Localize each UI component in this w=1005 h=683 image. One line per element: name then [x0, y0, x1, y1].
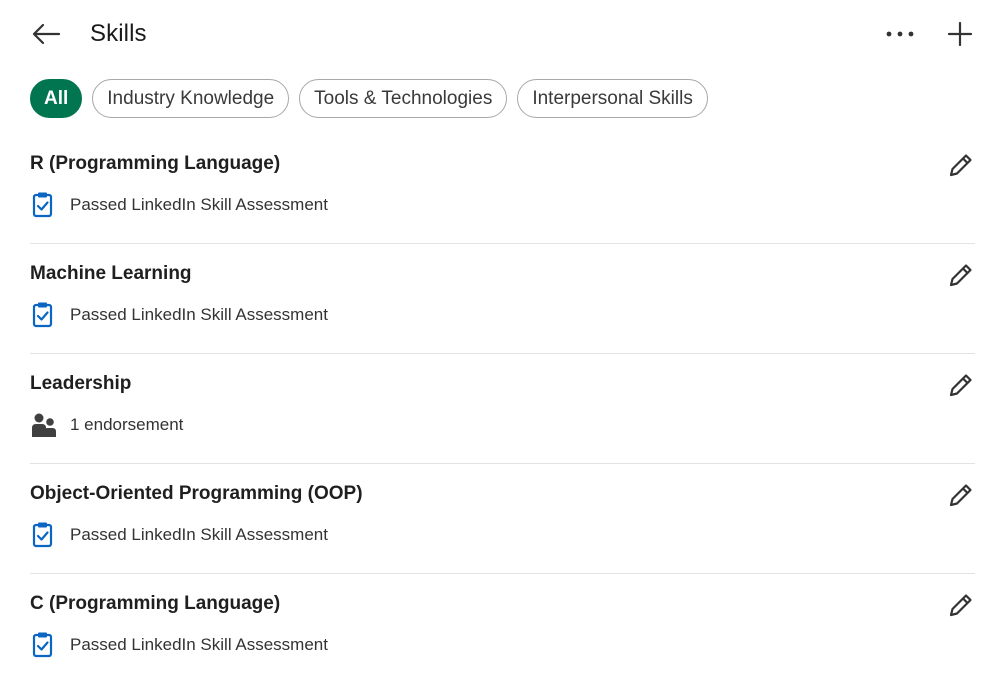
- edit-skill-button[interactable]: [944, 148, 978, 182]
- filter-tools-technologies[interactable]: Tools & Technologies: [299, 79, 508, 118]
- skill-item: C (Programming Language) Passed LinkedIn…: [30, 574, 975, 683]
- skill-detail-text: 1 endorsement: [70, 415, 184, 434]
- pencil-icon: [949, 594, 972, 617]
- skill-item: Leadership 1 endorsement: [30, 354, 975, 464]
- skill-name: Object-Oriented Programming (OOP): [30, 483, 363, 504]
- skill-item: R (Programming Language) Passed LinkedIn…: [30, 134, 975, 244]
- skill-detail: 1 endorsement: [30, 411, 183, 439]
- skill-detail-text: Passed LinkedIn Skill Assessment: [70, 525, 328, 544]
- plus-icon: [947, 21, 973, 47]
- pencil-icon: [949, 374, 972, 397]
- add-skill-button[interactable]: [940, 14, 980, 54]
- arrow-left-icon: [32, 23, 61, 45]
- pencil-icon: [949, 264, 972, 287]
- skill-detail-text: Passed LinkedIn Skill Assessment: [70, 635, 328, 654]
- clipboard-check-icon: [30, 631, 60, 659]
- edit-skill-button[interactable]: [944, 258, 978, 292]
- skills-list: R (Programming Language) Passed LinkedIn…: [30, 134, 975, 683]
- filter-interpersonal-skills[interactable]: Interpersonal Skills: [517, 79, 708, 118]
- skill-item: Object-Oriented Programming (OOP) Passed…: [30, 464, 975, 574]
- skill-detail: Passed LinkedIn Skill Assessment: [30, 301, 328, 329]
- skill-detail: Passed LinkedIn Skill Assessment: [30, 631, 328, 659]
- clipboard-check-icon: [30, 521, 60, 549]
- more-horizontal-icon: [886, 31, 914, 37]
- pencil-icon: [949, 154, 972, 177]
- skill-filter-bar: All Industry Knowledge Tools & Technolog…: [30, 79, 708, 118]
- filter-all[interactable]: All: [30, 79, 83, 118]
- more-options-button[interactable]: [880, 18, 920, 50]
- edit-skill-button[interactable]: [944, 478, 978, 512]
- skill-name: Machine Learning: [30, 263, 192, 284]
- filter-industry-knowledge[interactable]: Industry Knowledge: [92, 79, 290, 118]
- skill-item: Machine Learning Passed LinkedIn Skill A…: [30, 244, 975, 354]
- skill-detail: Passed LinkedIn Skill Assessment: [30, 191, 328, 219]
- edit-skill-button[interactable]: [944, 588, 978, 622]
- page-header: Skills: [0, 0, 1005, 72]
- clipboard-check-icon: [30, 301, 60, 329]
- skill-name: R (Programming Language): [30, 153, 281, 174]
- skill-name: C (Programming Language): [30, 593, 281, 614]
- skill-name: Leadership: [30, 373, 132, 394]
- skill-detail: Passed LinkedIn Skill Assessment: [30, 521, 328, 549]
- page-title: Skills: [90, 20, 147, 47]
- back-button[interactable]: [26, 16, 66, 52]
- pencil-icon: [949, 484, 972, 507]
- edit-skill-button[interactable]: [944, 368, 978, 402]
- people-icon: [30, 411, 60, 439]
- skill-detail-text: Passed LinkedIn Skill Assessment: [70, 305, 328, 324]
- clipboard-check-icon: [30, 191, 60, 219]
- skill-detail-text: Passed LinkedIn Skill Assessment: [70, 195, 328, 214]
